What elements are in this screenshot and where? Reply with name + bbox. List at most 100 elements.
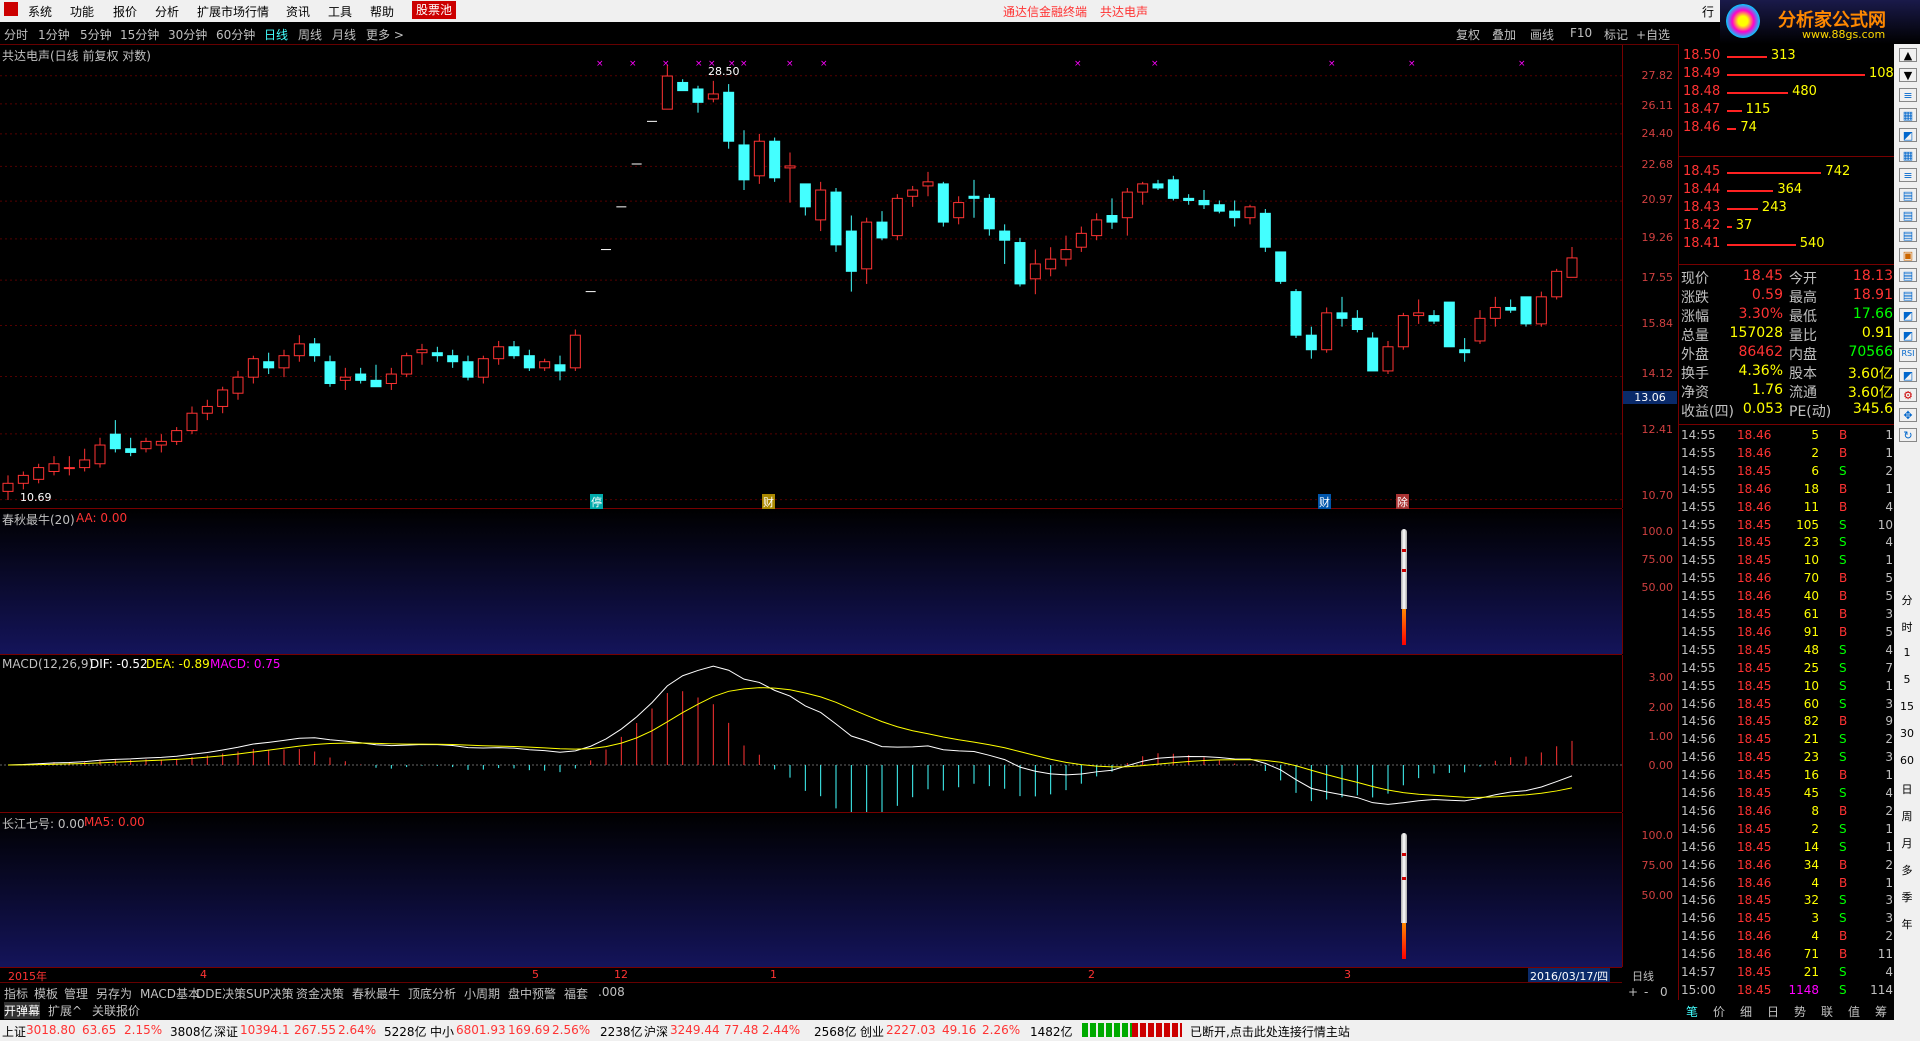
- danmu-toggle[interactable]: 开弹幕: [4, 1002, 41, 1019]
- zoom-out-button[interactable]: -: [1644, 985, 1648, 999]
- bid-row[interactable]: 18.41 540: [1679, 236, 1895, 254]
- right-tab[interactable]: 联: [1821, 1003, 1833, 1020]
- tab-008[interactable]: .008: [598, 985, 625, 999]
- period-tab[interactable]: 60分钟: [216, 26, 255, 43]
- sidebar-period-button[interactable]: 1: [1899, 646, 1915, 660]
- reset-button[interactable]: 0: [1660, 985, 1668, 999]
- tick-row[interactable]: 14:55 18.46 18 B 1: [1679, 482, 1895, 500]
- chart-icon[interactable]: ◩: [1899, 308, 1917, 322]
- bid-row[interactable]: 18.43 243: [1679, 200, 1895, 218]
- related-quote-toggle[interactable]: 关联报价: [92, 1002, 140, 1019]
- menu-item-ext-market[interactable]: 扩展市场行情: [197, 3, 269, 20]
- sidebar-period-button[interactable]: 多: [1899, 862, 1915, 877]
- tick-row[interactable]: 14:56 18.46 4 B 2: [1679, 929, 1895, 947]
- bid-row[interactable]: 18.42 37: [1679, 218, 1895, 236]
- sidebar-period-button[interactable]: 周: [1899, 808, 1915, 823]
- period-tab[interactable]: 5分钟: [80, 26, 112, 43]
- doc-icon[interactable]: ▤: [1899, 268, 1917, 282]
- tick-row[interactable]: 14:55 18.45 61 B 3: [1679, 607, 1895, 625]
- rsi-icon[interactable]: RSI: [1899, 348, 1917, 362]
- menu-item-news[interactable]: 资讯: [286, 3, 310, 20]
- tick-row[interactable]: 14:56 18.45 23 S 3: [1679, 750, 1895, 768]
- tick-row[interactable]: 14:55 18.46 91 B 5: [1679, 625, 1895, 643]
- tick-row[interactable]: 14:56 18.46 4 B 1: [1679, 876, 1895, 894]
- connection-status[interactable]: 已断开,点击此处连接行情主站: [1190, 1023, 1350, 1040]
- doc-icon[interactable]: ▤: [1899, 188, 1917, 202]
- macd-panel[interactable]: MACD(12,26,9) DIF: -0.52 DEA: -0.89 MACD…: [0, 655, 1622, 813]
- finance-marker[interactable]: 财: [1318, 494, 1331, 510]
- tick-row[interactable]: 14:55 18.45 10 S 1: [1679, 553, 1895, 571]
- period-tab[interactable]: 15分钟: [120, 26, 159, 43]
- period-more[interactable]: 更多 >: [366, 26, 404, 43]
- candlestick-chart[interactable]: × × × × × × × × × × × × × ×: [0, 45, 1622, 508]
- tick-row[interactable]: 14:55 18.45 48 S 4: [1679, 643, 1895, 661]
- window-right-button[interactable]: 行: [1702, 3, 1714, 20]
- dividend-marker[interactable]: 除: [1396, 494, 1409, 510]
- tick-row[interactable]: 14:56 18.45 45 S 4: [1679, 786, 1895, 804]
- menu-item-system[interactable]: 系统: [28, 3, 52, 20]
- overlay-button[interactable]: 叠加: [1492, 26, 1516, 43]
- chart-icon[interactable]: ◩: [1899, 128, 1917, 142]
- chart-icon[interactable]: ◩: [1899, 368, 1917, 382]
- tick-row[interactable]: 14:56 18.45 21 S 2: [1679, 732, 1895, 750]
- period-tab[interactable]: 周线: [298, 26, 322, 43]
- sidebar-period-button[interactable]: 分: [1899, 592, 1915, 607]
- zoom-in-button[interactable]: +: [1628, 985, 1638, 999]
- tick-row[interactable]: 14:56 18.45 3 S 3: [1679, 911, 1895, 929]
- grid-icon[interactable]: ▦: [1899, 108, 1917, 122]
- app-icon[interactable]: [4, 2, 18, 16]
- sidebar-period-button[interactable]: 时: [1899, 619, 1915, 634]
- tick-row[interactable]: 14:56 18.45 16 B 1: [1679, 768, 1895, 786]
- index-sz-name[interactable]: 深证: [214, 1023, 238, 1040]
- list-icon[interactable]: ≡: [1899, 168, 1917, 182]
- tick-row[interactable]: 14:56 18.46 8 B 2: [1679, 804, 1895, 822]
- menu-item-quote[interactable]: 报价: [113, 3, 137, 20]
- tick-row[interactable]: 14:56 18.45 2 S 1: [1679, 822, 1895, 840]
- chart-icon[interactable]: ◩: [1899, 328, 1917, 342]
- sidebar-period-button[interactable]: 月: [1899, 835, 1915, 850]
- ask-row[interactable]: 18.49 1084: [1679, 66, 1902, 84]
- right-tab[interactable]: 筹: [1875, 1003, 1887, 1020]
- box-icon[interactable]: ▣: [1899, 248, 1917, 262]
- period-tab-active[interactable]: 日线: [264, 26, 288, 43]
- tick-row[interactable]: 14:55 18.46 40 B 5: [1679, 589, 1895, 607]
- sidebar-period-button[interactable]: 5: [1899, 673, 1915, 687]
- menu-item-tools[interactable]: 工具: [328, 3, 352, 20]
- macd-chart[interactable]: [0, 655, 1622, 812]
- down-arrow-icon[interactable]: ▼: [1899, 68, 1917, 82]
- restore-rights-button[interactable]: 复权: [1456, 26, 1480, 43]
- indicator-chunqiu-panel[interactable]: 春秋最牛(20) AA: 0.00: [0, 509, 1622, 655]
- sidebar-period-button[interactable]: 15: [1899, 700, 1915, 714]
- bid-row[interactable]: 18.45 742: [1679, 164, 1895, 182]
- index-hs-name[interactable]: 沪深: [644, 1023, 668, 1040]
- doc-icon[interactable]: ▤: [1899, 288, 1917, 302]
- right-tab[interactable]: 价: [1713, 1003, 1725, 1020]
- expand-toggle[interactable]: 扩展^: [48, 1002, 82, 1019]
- move-icon[interactable]: ✥: [1899, 408, 1917, 422]
- tick-row[interactable]: 14:56 18.45 14 S 1: [1679, 840, 1895, 858]
- period-tab[interactable]: 30分钟: [168, 26, 207, 43]
- tick-row[interactable]: 15:00 18.45 1148 S 114: [1679, 983, 1895, 1001]
- settings-icon[interactable]: ⚙: [1899, 388, 1917, 402]
- index-zx-name[interactable]: 中小: [430, 1023, 454, 1040]
- tick-row[interactable]: 14:55 18.45 6 S 2: [1679, 464, 1895, 482]
- sidebar-period-button[interactable]: 季: [1899, 889, 1915, 904]
- right-tab[interactable]: 细: [1740, 1003, 1752, 1020]
- finance-marker[interactable]: 财: [762, 494, 775, 510]
- period-tab[interactable]: 1分钟: [38, 26, 70, 43]
- draw-line-button[interactable]: 画线: [1530, 26, 1554, 43]
- bid-row[interactable]: 18.44 364: [1679, 182, 1895, 200]
- tick-row[interactable]: 14:55 18.46 11 B 4: [1679, 500, 1895, 518]
- menu-item-help[interactable]: 帮助: [370, 3, 394, 20]
- add-favorite-button[interactable]: +自选: [1636, 26, 1670, 43]
- tick-row[interactable]: 14:55 18.46 70 B 5: [1679, 571, 1895, 589]
- menu-item-analysis[interactable]: 分析: [155, 3, 179, 20]
- refresh-icon[interactable]: ↻: [1899, 428, 1917, 442]
- index-sh-name[interactable]: 上证: [2, 1023, 26, 1040]
- right-tab[interactable]: 值: [1848, 1003, 1860, 1020]
- price-chart-panel[interactable]: 共达电声(日线 前复权 对数) × × × × × × × × × × × × × × 28.50 10.…: [0, 45, 1622, 510]
- mark-button[interactable]: 标记: [1604, 26, 1628, 43]
- ask-row[interactable]: 18.48 480: [1679, 84, 1895, 102]
- period-tab[interactable]: 分时: [4, 26, 28, 43]
- right-tab[interactable]: 势: [1794, 1003, 1806, 1020]
